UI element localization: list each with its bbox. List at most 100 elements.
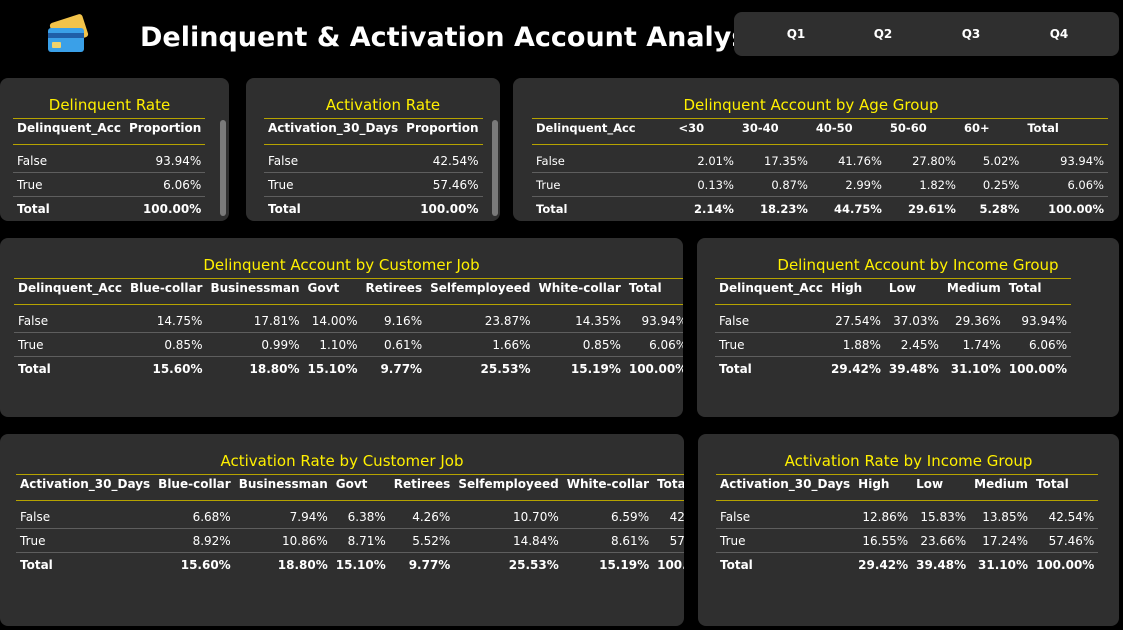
table-cell: 5.02%	[959, 144, 1024, 173]
column-header[interactable]: Activation_30_Days	[16, 474, 155, 501]
table-row: False 93.94%	[13, 144, 206, 173]
table-cell: 42.54%	[653, 500, 684, 529]
row-label: False	[264, 144, 403, 173]
table-row: True0.85%0.99%1.10%0.61%1.66%0.85%6.06%	[14, 332, 683, 357]
table-cell: 15.19%	[570, 361, 621, 376]
quarter-button-q1[interactable]: Q1	[766, 12, 826, 56]
column-header[interactable]: High	[826, 278, 885, 305]
row-label: False	[13, 144, 125, 173]
table-cell: 1.10%	[303, 332, 362, 357]
column-header[interactable]: Blue-collar	[125, 278, 207, 305]
delinquent-rate-card: Delinquent Rate Delinquent_Acc Proportion…	[0, 78, 229, 221]
row-label: Total	[18, 361, 51, 376]
table-header-row: Activation_30_Days Proportion	[264, 118, 483, 145]
table-cell: 2.01%	[674, 144, 738, 173]
column-header[interactable]: 40-50	[811, 118, 886, 145]
total-row: Total 29.42% 39.48% 31.10% 100.00%	[716, 553, 1098, 577]
row-label: True	[13, 172, 125, 197]
column-header[interactable]: Total	[1031, 474, 1099, 501]
table-cell: 7.94%	[234, 500, 332, 529]
column-header[interactable]: Medium	[970, 474, 1032, 501]
column-header[interactable]: <30	[674, 118, 738, 145]
table-cell: 29.42%	[830, 361, 881, 376]
column-header[interactable]: Businessman	[234, 474, 332, 501]
column-header[interactable]: Selfemployeed	[426, 278, 535, 305]
column-header[interactable]: Activation_30_Days	[264, 118, 403, 145]
row-label: Total	[17, 201, 50, 216]
column-header[interactable]: Delinquent_Acc	[715, 278, 827, 305]
table-cell: 37.03%	[884, 304, 943, 333]
column-header[interactable]: Total	[1004, 278, 1072, 305]
table-cell: 44.75%	[834, 201, 882, 216]
column-header[interactable]: Total	[1023, 118, 1108, 145]
delinquent-age-table: Delinquent_Acc <30 30-40 40-50 50-60 60+ Total…	[532, 118, 1108, 220]
column-header[interactable]: Medium	[942, 278, 1005, 305]
column-header[interactable]: Delinquent_Acc	[14, 278, 126, 305]
table-cell: 4.26%	[389, 500, 455, 529]
table-cell: 0.85%	[125, 332, 207, 357]
table-cell: 5.52%	[389, 528, 455, 553]
column-header[interactable]: Activation_30_Days	[716, 474, 855, 501]
table-row: False 42.54%	[264, 144, 483, 173]
column-header[interactable]: Proportion	[124, 118, 206, 145]
delinquent-age-card: Delinquent Account by Age Group Delinque…	[513, 78, 1119, 221]
card-title: Delinquent Account by Customer Job	[203, 256, 480, 274]
table-cell: 2.99%	[811, 172, 886, 197]
quarter-button-q4[interactable]: Q4	[1029, 12, 1089, 56]
delinquent-income-table: Delinquent_Acc High Low Medium Total False 27.…	[715, 278, 1072, 380]
column-header[interactable]: Govt	[303, 278, 362, 305]
table-cell: 31.10%	[950, 361, 1001, 376]
column-header[interactable]: 30-40	[737, 118, 812, 145]
table-cell: 100.00%	[142, 201, 202, 216]
column-header[interactable]: Blue-collar	[154, 474, 235, 501]
activation-income-card: Activation Rate by Income Group Activati…	[698, 434, 1119, 626]
table-cell: 6.06%	[1004, 332, 1072, 357]
table-cell: 15.10%	[335, 557, 386, 572]
vertical-scrollbar[interactable]	[492, 120, 498, 216]
table-cell: 41.76%	[811, 144, 886, 173]
column-header[interactable]: Retirees	[389, 474, 455, 501]
table-cell: 5.28%	[979, 201, 1020, 216]
quarter-button-q2[interactable]: Q2	[853, 12, 913, 56]
column-header[interactable]: Businessman	[206, 278, 304, 305]
column-header[interactable]: Delinquent_Acc	[532, 118, 675, 145]
column-header[interactable]: Total	[624, 278, 683, 305]
column-header[interactable]: Selfemployeed	[454, 474, 563, 501]
table-row: True 16.55% 23.66% 17.24% 57.46%	[716, 528, 1099, 553]
table-header-row: Delinquent_Acc <30 30-40 40-50 50-60 60+ Total	[532, 118, 1108, 145]
column-header[interactable]: High	[854, 474, 913, 501]
activation-income-table: Activation_30_Days High Low Medium Total Fals…	[716, 474, 1099, 577]
quarter-button-q3[interactable]: Q3	[941, 12, 1001, 56]
delinquent-job-table: Delinquent_Acc Blue-collar Businessman Govt…	[14, 278, 683, 380]
vertical-scrollbar[interactable]	[220, 120, 226, 216]
table-cell: 6.38%	[331, 500, 390, 529]
table-cell: 27.54%	[826, 304, 885, 333]
column-header[interactable]: White-collar	[562, 474, 654, 501]
column-header[interactable]: Proportion	[402, 118, 483, 145]
table-cell: 100.00%	[1008, 361, 1068, 376]
table-cell: 8.92%	[154, 528, 235, 553]
table-cell: 0.85%	[534, 332, 625, 357]
column-header[interactable]: Retirees	[361, 278, 427, 305]
column-header[interactable]: White-collar	[534, 278, 625, 305]
column-header[interactable]: Govt	[331, 474, 390, 501]
column-header[interactable]: Delinquent_Acc	[13, 118, 125, 145]
table-cell: 1.88%	[826, 332, 885, 357]
table-cell: 2.14%	[693, 201, 734, 216]
table-cell: 17.81%	[206, 304, 304, 333]
column-header[interactable]: 60+	[959, 118, 1024, 145]
card-title: Activation Rate by Customer Job	[220, 452, 464, 470]
column-header[interactable]: Low	[884, 278, 943, 305]
table-row: True8.92%10.86%8.71%5.52%14.84%8.61%57.4…	[16, 528, 684, 553]
column-header[interactable]: Low	[912, 474, 971, 501]
table-cell: 12.86%	[854, 500, 913, 529]
column-header[interactable]: 50-60	[885, 118, 960, 145]
table-cell: 23.87%	[426, 304, 535, 333]
table-cell: 8.71%	[331, 528, 390, 553]
table-cell: 6.68%	[154, 500, 235, 529]
table-cell: 6.06%	[1023, 172, 1108, 197]
table-cell: 25.53%	[480, 361, 531, 376]
column-header[interactable]: Total	[653, 474, 684, 501]
page-title: Delinquent & Activation Account Analysis	[140, 22, 773, 53]
table-cell: 14.84%	[454, 528, 563, 553]
